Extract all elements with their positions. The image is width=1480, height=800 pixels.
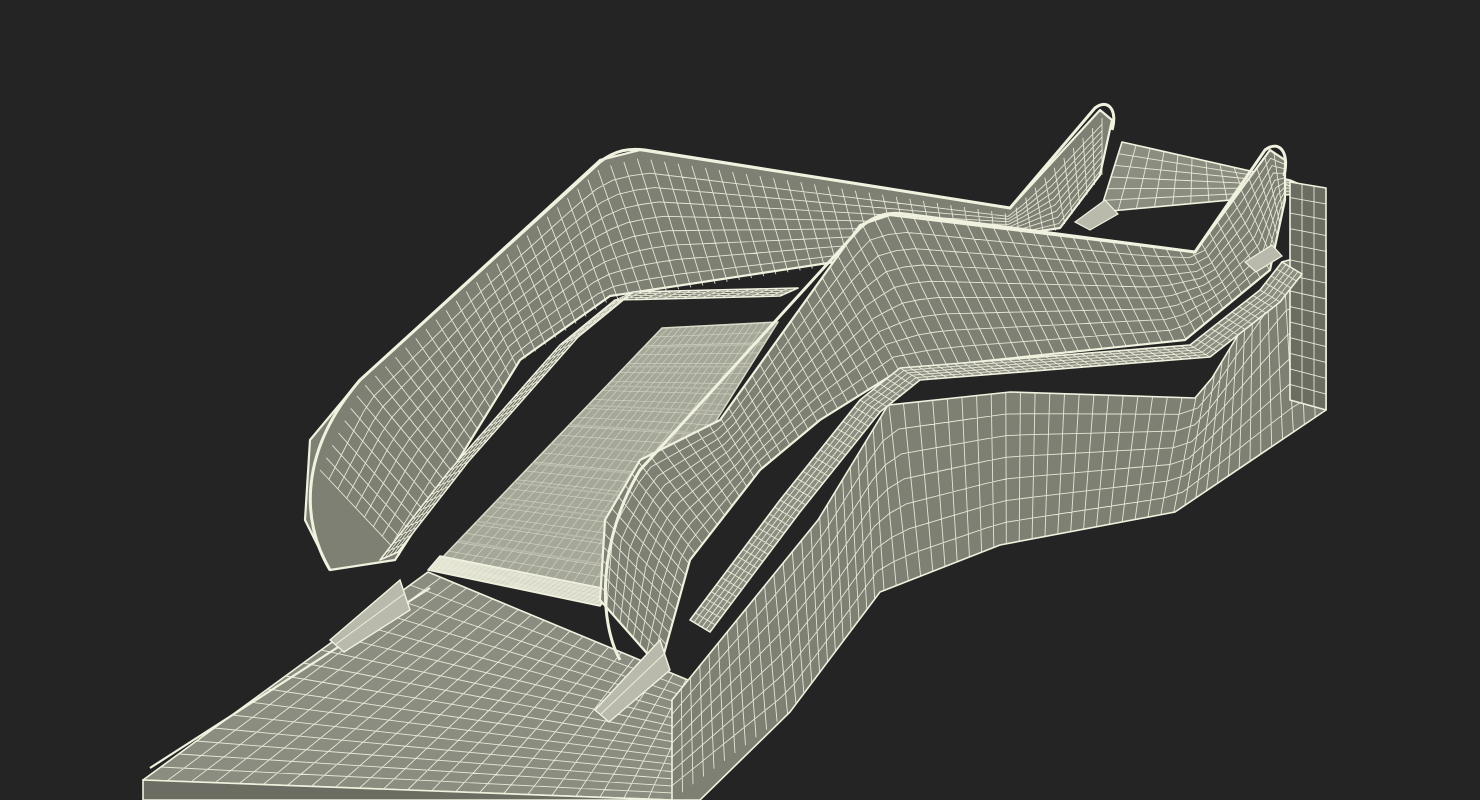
escalator-wireframe-scene xyxy=(0,0,1480,800)
render-viewport xyxy=(0,0,1480,800)
upper-landing-side xyxy=(1289,181,1327,411)
